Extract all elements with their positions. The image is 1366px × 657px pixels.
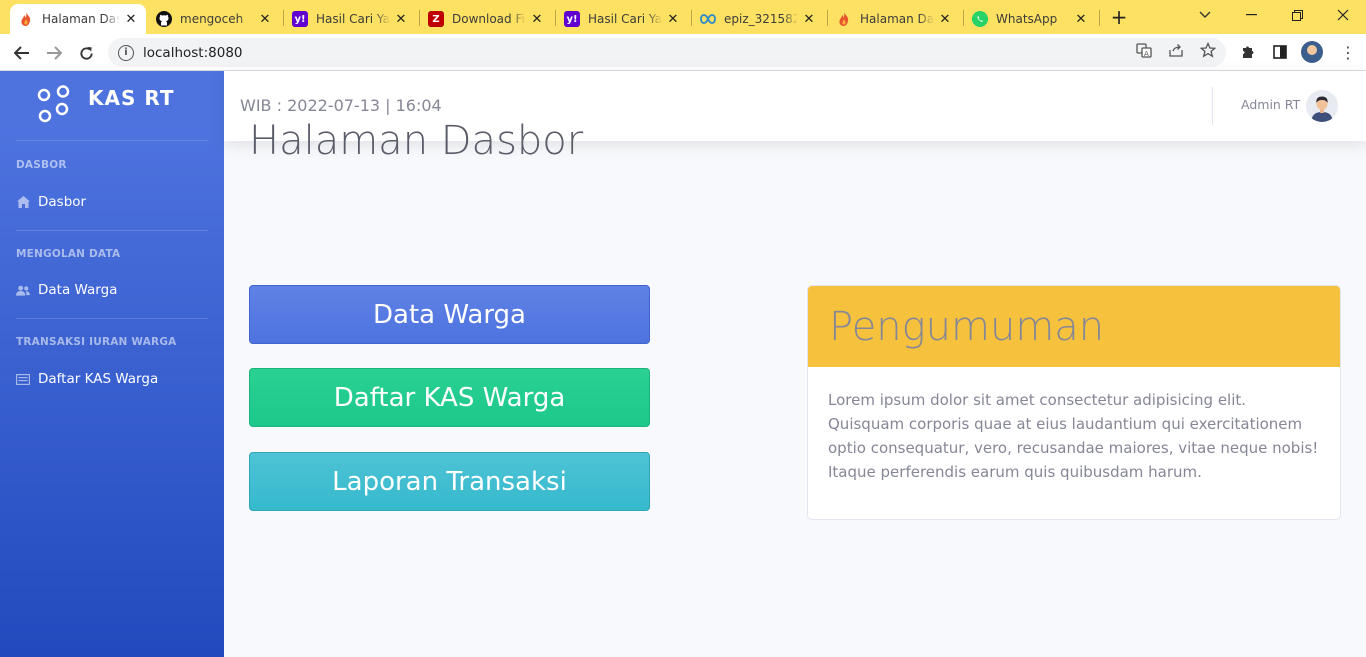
minimize-button[interactable] — [1228, 0, 1274, 30]
browser-tab-yahoo[interactable]: y! Hasil Cari Yahoo ✕ — [284, 4, 416, 34]
back-button[interactable] — [9, 40, 35, 66]
extensions-puzzle-icon[interactable] — [1238, 42, 1258, 62]
browser-tab-whatsapp[interactable]: WhatsApp ✕ — [964, 4, 1096, 34]
close-icon[interactable]: ✕ — [1074, 12, 1088, 27]
flame-icon — [18, 11, 34, 27]
tab-title: Halaman Dasbor — [42, 12, 120, 26]
browser-tab-filezilla[interactable]: Z Download FileZilla ✕ — [420, 4, 552, 34]
address-bar-row: i localhost:8080 A ⋮ — [0, 34, 1366, 71]
reload-button[interactable] — [73, 40, 99, 66]
home-icon — [16, 195, 30, 209]
restore-button[interactable] — [1274, 0, 1320, 30]
datetime-display: WIB : 2022-07-13 | 16:04 — [240, 96, 442, 115]
browser-tab-yahoo-2[interactable]: y! Hasil Cari Yahoo ✕ — [556, 4, 688, 34]
app-root: KAS RT DASBOR Dasbor MENGOLAN DATA Data … — [0, 71, 1366, 657]
flame-icon — [836, 11, 852, 27]
url-bar[interactable]: i localhost:8080 — [108, 38, 1226, 67]
browser-tab-github[interactable]: mengoceh ✕ — [148, 4, 280, 34]
bookmark-star-icon[interactable] — [1199, 41, 1217, 59]
laporan-transaksi-button[interactable]: Laporan Transaksi — [249, 452, 650, 511]
sidebar-item-label: Data Warga — [38, 282, 118, 298]
tab-title: epiz_32158277 — [724, 12, 798, 26]
whatsapp-icon — [972, 11, 988, 27]
site-info-icon[interactable]: i — [118, 44, 134, 61]
brand[interactable]: KAS RT — [0, 71, 224, 141]
browser-tab-infinityfree[interactable]: epiz_32158277 ✕ — [692, 4, 824, 34]
yahoo-icon: y! — [564, 11, 580, 27]
user-name[interactable]: Admin RT — [1241, 97, 1300, 112]
tab-title: Halaman Dasbor — [860, 12, 934, 26]
close-icon[interactable]: ✕ — [938, 12, 952, 27]
close-icon[interactable]: ✕ — [666, 12, 680, 27]
data-warga-button[interactable]: Data Warga — [249, 285, 650, 344]
browser-tab-dasbor-2[interactable]: Halaman Dasbor ✕ — [828, 4, 960, 34]
new-tab-button[interactable]: + — [1108, 6, 1130, 28]
close-window-button[interactable] — [1320, 0, 1366, 30]
tab-title: mengoceh — [180, 12, 244, 26]
brand-logo-icon — [37, 85, 70, 123]
sidebar-heading-transaksi: TRANSAKSI IURAN WARGA — [16, 336, 177, 348]
close-icon[interactable]: ✕ — [802, 12, 816, 27]
share-icon[interactable] — [1167, 41, 1185, 59]
announcement-header: Pengumuman — [808, 286, 1340, 367]
url-text: localhost:8080 — [143, 44, 243, 61]
tab-title: Hasil Cari Yahoo — [588, 12, 662, 26]
close-icon[interactable]: ✕ — [124, 12, 138, 27]
filezilla-icon: Z — [428, 11, 444, 27]
sidebar-divider — [16, 140, 208, 141]
github-icon — [156, 11, 172, 27]
sidebar-divider — [16, 318, 208, 319]
close-icon[interactable]: ✕ — [394, 12, 408, 27]
close-icon[interactable]: ✕ — [258, 12, 272, 27]
user-avatar[interactable] — [1306, 90, 1338, 122]
announcement-card: Pengumuman Lorem ipsum dolor sit amet co… — [807, 285, 1341, 520]
topbar-divider — [1212, 87, 1213, 125]
announcement-body: Lorem ipsum dolor sit amet consectetur a… — [828, 391, 1319, 481]
browser-tab-strip: Halaman Dasbor ✕ mengoceh ✕ y! Hasil Car… — [0, 0, 1366, 34]
side-panel-icon[interactable] — [1270, 42, 1290, 62]
list-icon — [16, 372, 30, 386]
translate-icon[interactable]: A — [1135, 41, 1153, 59]
forward-button[interactable] — [41, 40, 67, 66]
daftar-kas-warga-button[interactable]: Daftar KAS Warga — [249, 368, 650, 427]
users-icon — [16, 283, 30, 297]
sidebar-heading-mengolan-data: MENGOLAN DATA — [16, 248, 121, 260]
tab-title: WhatsApp — [996, 12, 1058, 26]
profile-avatar[interactable] — [1301, 41, 1323, 63]
close-icon[interactable]: ✕ — [530, 12, 544, 27]
page-title: Halaman Dasbor — [249, 118, 584, 164]
sidebar: KAS RT DASBOR Dasbor MENGOLAN DATA Data … — [0, 71, 224, 657]
sidebar-item-label: Dasbor — [38, 194, 87, 210]
infinity-icon — [700, 11, 716, 27]
sidebar-item-label: Daftar KAS Warga — [38, 371, 159, 387]
tab-title: Download FileZilla — [452, 12, 526, 26]
svg-text:A: A — [1144, 50, 1149, 58]
tab-search-button[interactable] — [1182, 0, 1228, 30]
sidebar-item-data-warga[interactable]: Data Warga — [16, 278, 208, 302]
sidebar-item-dasbor[interactable]: Dasbor — [16, 190, 208, 214]
sidebar-divider — [16, 230, 208, 231]
sidebar-heading-dasbor: DASBOR — [16, 159, 67, 171]
yahoo-icon: y! — [292, 11, 308, 27]
announcement-title: Pengumuman — [829, 303, 1105, 350]
browser-menu-icon[interactable]: ⋮ — [1338, 43, 1358, 63]
tab-title: Hasil Cari Yahoo — [316, 12, 390, 26]
brand-name: KAS RT — [88, 86, 175, 110]
sidebar-item-daftar-kas-warga[interactable]: Daftar KAS Warga — [16, 367, 208, 391]
browser-tab-dasbor[interactable]: Halaman Dasbor ✕ — [10, 4, 146, 34]
